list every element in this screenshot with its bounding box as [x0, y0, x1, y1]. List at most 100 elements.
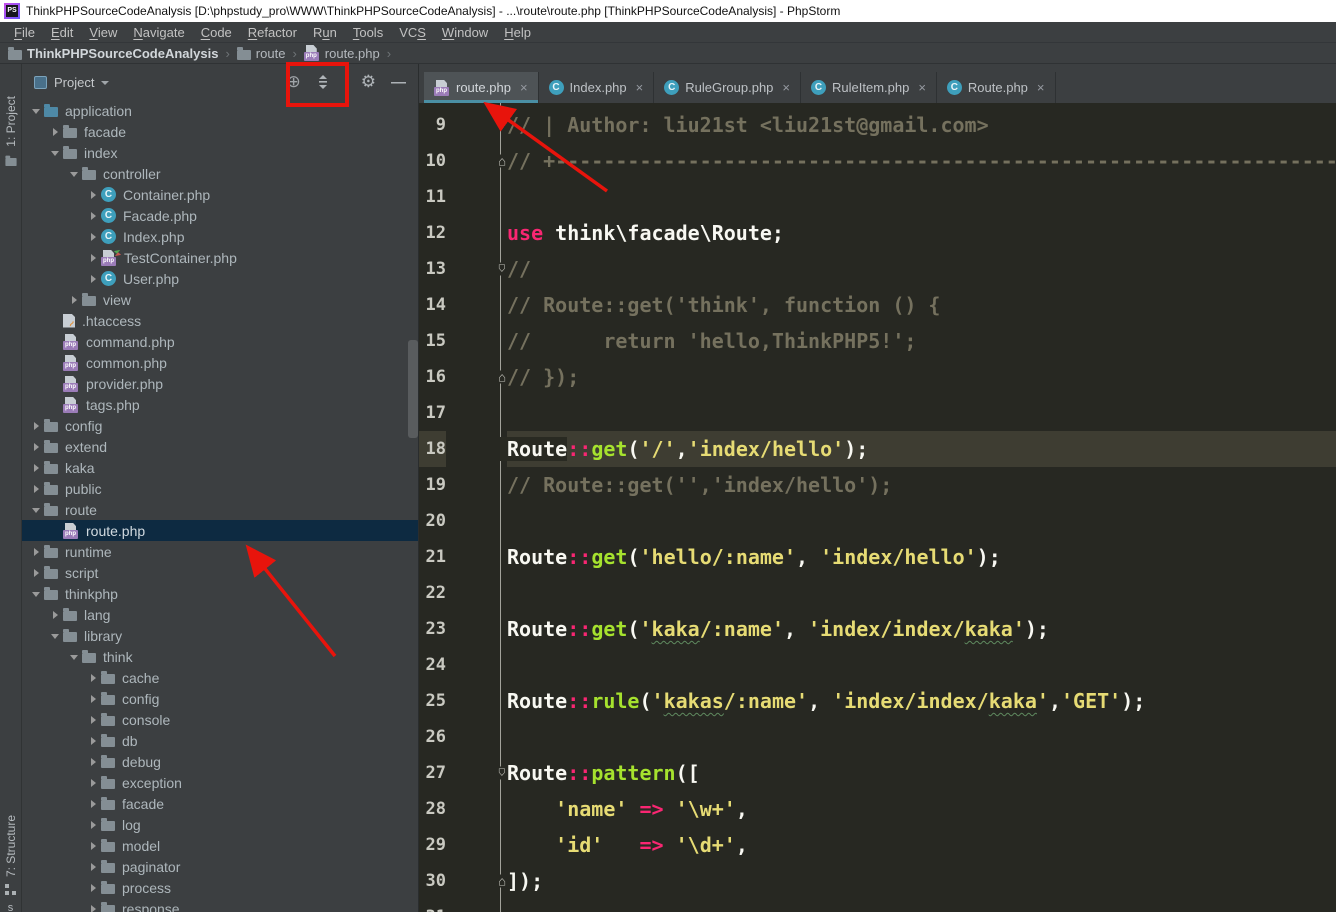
chevron-collapsed-icon[interactable] [85, 275, 101, 283]
tree-item-db[interactable]: db [22, 730, 418, 751]
code-line-23[interactable]: Route::get('kaka/:name', 'index/index/ka… [500, 611, 1336, 647]
tree-item-model[interactable]: model [22, 835, 418, 856]
chevron-collapsed-icon[interactable] [28, 485, 44, 493]
menu-code[interactable]: Code [193, 25, 240, 40]
chevron-collapsed-icon[interactable] [85, 695, 101, 703]
tree-item-facade-php[interactable]: CFacade.php [22, 205, 418, 226]
code-line-14[interactable]: // Route::get('think', function () { [500, 287, 1336, 323]
tool-stripe-project-button[interactable]: 1: Project [4, 96, 18, 167]
chevron-collapsed-icon[interactable] [28, 443, 44, 451]
code-line-25[interactable]: Route::rule('kakas/:name', 'index/index/… [500, 683, 1336, 719]
code-line-9[interactable]: // | Author: liu21st <liu21st@gmail.com> [500, 107, 1336, 143]
code-line-30[interactable]: ]); [500, 863, 1336, 899]
tree-item-public[interactable]: public [22, 478, 418, 499]
tree-item-think[interactable]: think [22, 646, 418, 667]
code-line-27[interactable]: Route::pattern([ [500, 755, 1336, 791]
close-icon[interactable]: × [1037, 80, 1045, 95]
tree-item-tags-php[interactable]: phptags.php [22, 394, 418, 415]
chevron-expanded-icon[interactable] [47, 632, 63, 639]
chevron-expanded-icon[interactable] [28, 506, 44, 513]
tree-item-config[interactable]: config [22, 688, 418, 709]
chevron-collapsed-icon[interactable] [85, 716, 101, 724]
chevron-collapsed-icon[interactable] [85, 884, 101, 892]
tree-item-user-php[interactable]: CUser.php [22, 268, 418, 289]
chevron-collapsed-icon[interactable] [85, 800, 101, 808]
project-panel-title[interactable]: Project [54, 75, 94, 90]
chevron-collapsed-icon[interactable] [85, 191, 101, 199]
breadcrumb-item[interactable]: ThinkPHPSourceCodeAnalysis [8, 46, 218, 61]
tree-item-lang[interactable]: lang [22, 604, 418, 625]
tree-item-container-php[interactable]: CContainer.php [22, 184, 418, 205]
menu-file[interactable]: File [6, 25, 43, 40]
tool-stripe-structure-button[interactable]: 7: Structure s [4, 815, 18, 912]
fold-end-icon[interactable]: ⌂ [498, 371, 506, 384]
tree-item-exception[interactable]: exception [22, 772, 418, 793]
chevron-collapsed-icon[interactable] [47, 128, 63, 136]
chevron-collapsed-icon[interactable] [28, 422, 44, 430]
chevron-expanded-icon[interactable] [28, 590, 44, 597]
chevron-expanded-icon[interactable] [28, 107, 44, 114]
chevron-expanded-icon[interactable] [66, 653, 82, 660]
code-line-17[interactable] [500, 395, 1336, 431]
tree-item-console[interactable]: console [22, 709, 418, 730]
tree-item-common-php[interactable]: phpcommon.php [22, 352, 418, 373]
chevron-collapsed-icon[interactable] [85, 821, 101, 829]
menu-navigate[interactable]: Navigate [125, 25, 192, 40]
tree-item-index[interactable]: index [22, 142, 418, 163]
menu-window[interactable]: Window [434, 25, 496, 40]
chevron-collapsed-icon[interactable] [85, 233, 101, 241]
tree-item-paginator[interactable]: paginator [22, 856, 418, 877]
hide-panel-icon[interactable]: — [391, 74, 406, 91]
tab-rulegroup-php[interactable]: CRuleGroup.php× [654, 72, 801, 103]
tree-item-view[interactable]: view [22, 289, 418, 310]
code-line-13[interactable]: // [500, 251, 1336, 287]
tree-item-runtime[interactable]: runtime [22, 541, 418, 562]
code-line-21[interactable]: Route::get('hello/:name', 'index/hello')… [500, 539, 1336, 575]
chevron-down-icon[interactable] [101, 81, 109, 85]
code-line-10[interactable]: // +------------------------------------… [500, 143, 1336, 179]
menu-edit[interactable]: Edit [43, 25, 81, 40]
chevron-collapsed-icon[interactable] [47, 611, 63, 619]
chevron-collapsed-icon[interactable] [28, 464, 44, 472]
code-line-20[interactable] [500, 503, 1336, 539]
chevron-collapsed-icon[interactable] [85, 779, 101, 787]
tree-item-facade[interactable]: facade [22, 121, 418, 142]
tree-item--htaccess[interactable]: ~.htaccess [22, 310, 418, 331]
tree-item-index-php[interactable]: CIndex.php [22, 226, 418, 247]
chevron-collapsed-icon[interactable] [85, 674, 101, 682]
chevron-expanded-icon[interactable] [47, 149, 63, 156]
tree-item-debug[interactable]: debug [22, 751, 418, 772]
code-line-22[interactable] [500, 575, 1336, 611]
tree-item-testcontainer-php[interactable]: phpTestContainer.php [22, 247, 418, 268]
tree-item-application[interactable]: application [22, 100, 418, 121]
tree-item-route-php[interactable]: phproute.php [22, 520, 418, 541]
chevron-collapsed-icon[interactable] [85, 254, 101, 262]
project-scrollbar[interactable] [408, 340, 418, 438]
settings-icon[interactable]: ⚙ [361, 74, 376, 90]
tree-item-controller[interactable]: controller [22, 163, 418, 184]
tree-item-library[interactable]: library [22, 625, 418, 646]
close-icon[interactable]: × [520, 80, 528, 95]
menu-refactor[interactable]: Refactor [240, 25, 305, 40]
chevron-collapsed-icon[interactable] [85, 905, 101, 912]
chevron-collapsed-icon[interactable] [85, 842, 101, 850]
fold-start-icon[interactable]: ⌂ [498, 767, 506, 780]
chevron-collapsed-icon[interactable] [28, 569, 44, 577]
close-icon[interactable]: × [918, 80, 926, 95]
chevron-collapsed-icon[interactable] [85, 212, 101, 220]
tab-route-php[interactable]: CRoute.php× [937, 72, 1056, 103]
chevron-collapsed-icon[interactable] [85, 737, 101, 745]
fold-end-icon[interactable]: ⌂ [498, 875, 506, 888]
close-icon[interactable]: × [636, 80, 644, 95]
chevron-collapsed-icon[interactable] [28, 548, 44, 556]
tree-item-provider-php[interactable]: phpprovider.php [22, 373, 418, 394]
chevron-collapsed-icon[interactable] [85, 758, 101, 766]
code-line-12[interactable]: use think\facade\Route; [500, 215, 1336, 251]
chevron-collapsed-icon[interactable] [66, 296, 82, 304]
tree-item-response[interactable]: response [22, 898, 418, 912]
chevron-collapsed-icon[interactable] [85, 863, 101, 871]
fold-start-icon[interactable]: ⌂ [498, 263, 506, 276]
tab-route-php[interactable]: phproute.php× [424, 72, 539, 103]
menu-vcs[interactable]: VCS [391, 25, 434, 40]
breadcrumb-item[interactable]: phproute.php [304, 45, 380, 61]
